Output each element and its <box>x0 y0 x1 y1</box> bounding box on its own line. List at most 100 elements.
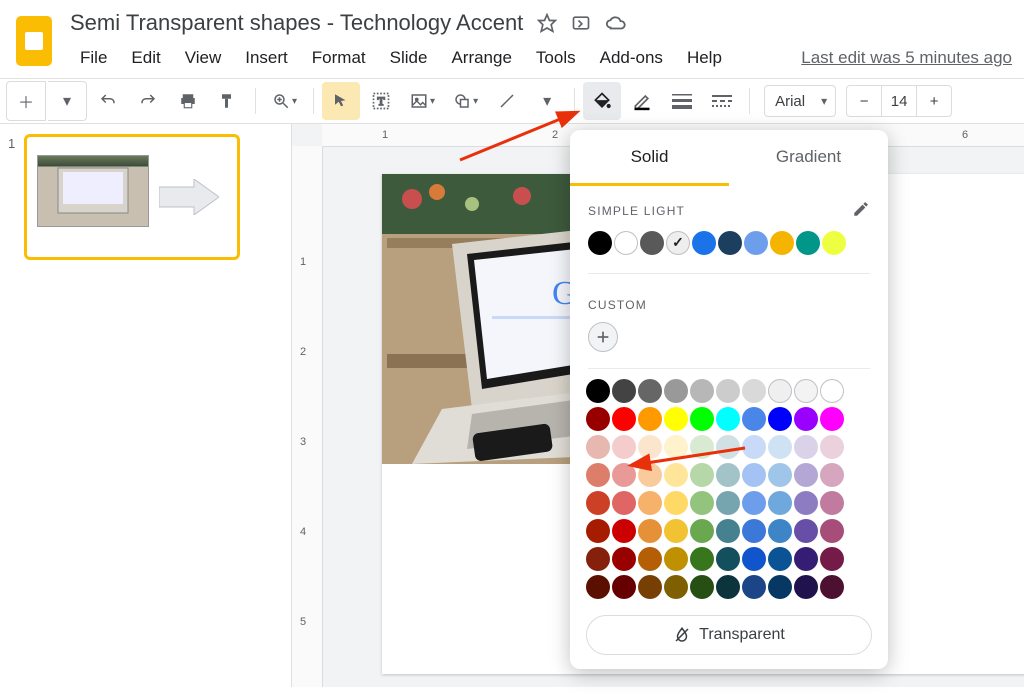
palette-swatch[interactable] <box>612 435 636 459</box>
palette-swatch[interactable] <box>586 547 610 571</box>
palette-swatch[interactable] <box>638 547 662 571</box>
palette-swatch[interactable] <box>638 491 662 515</box>
add-custom-color-button[interactable] <box>588 322 618 352</box>
menu-addons[interactable]: Add-ons <box>590 44 673 72</box>
border-dash-button[interactable] <box>703 82 741 120</box>
palette-swatch[interactable] <box>612 407 636 431</box>
new-slide-button[interactable]: ＋ <box>6 81 46 121</box>
fill-color-button[interactable] <box>583 82 621 120</box>
palette-swatch[interactable] <box>768 407 792 431</box>
palette-swatch[interactable] <box>768 575 792 599</box>
palette-swatch[interactable] <box>716 379 740 403</box>
menu-view[interactable]: View <box>175 44 232 72</box>
palette-swatch[interactable] <box>664 575 688 599</box>
palette-swatch[interactable] <box>768 463 792 487</box>
edit-theme-icon[interactable] <box>852 200 870 221</box>
palette-swatch[interactable] <box>586 435 610 459</box>
palette-swatch[interactable] <box>690 435 714 459</box>
slides-logo[interactable] <box>12 14 56 70</box>
print-button[interactable] <box>169 82 207 120</box>
slide-thumbnail[interactable] <box>24 134 240 260</box>
palette-swatch[interactable] <box>820 491 844 515</box>
palette-swatch[interactable] <box>664 519 688 543</box>
palette-swatch[interactable] <box>586 463 610 487</box>
menu-arrange[interactable]: Arrange <box>441 44 521 72</box>
palette-swatch[interactable] <box>664 491 688 515</box>
palette-swatch[interactable] <box>716 435 740 459</box>
theme-swatch[interactable] <box>692 231 716 255</box>
palette-swatch[interactable] <box>690 379 714 403</box>
palette-swatch[interactable] <box>716 519 740 543</box>
palette-swatch[interactable] <box>638 519 662 543</box>
palette-swatch[interactable] <box>768 547 792 571</box>
palette-swatch[interactable] <box>664 463 688 487</box>
palette-swatch[interactable] <box>690 575 714 599</box>
transparent-button[interactable]: Transparent <box>586 615 872 655</box>
document-title[interactable]: Semi Transparent shapes - Technology Acc… <box>70 8 523 38</box>
select-tool[interactable] <box>322 82 360 120</box>
palette-swatch[interactable] <box>768 379 792 403</box>
palette-swatch[interactable] <box>794 463 818 487</box>
palette-swatch[interactable] <box>612 519 636 543</box>
palette-swatch[interactable] <box>690 547 714 571</box>
palette-swatch[interactable] <box>794 547 818 571</box>
palette-swatch[interactable] <box>742 435 766 459</box>
palette-swatch[interactable] <box>612 379 636 403</box>
theme-swatch[interactable] <box>796 231 820 255</box>
palette-swatch[interactable] <box>612 491 636 515</box>
palette-swatch[interactable] <box>586 491 610 515</box>
palette-swatch[interactable] <box>690 519 714 543</box>
theme-swatch[interactable] <box>640 231 664 255</box>
undo-button[interactable] <box>89 82 127 120</box>
border-weight-button[interactable] <box>663 82 701 120</box>
theme-swatch[interactable] <box>666 231 690 255</box>
font-select[interactable]: Arial <box>764 85 836 117</box>
menu-edit[interactable]: Edit <box>121 44 170 72</box>
palette-swatch[interactable] <box>716 407 740 431</box>
palette-swatch[interactable] <box>690 491 714 515</box>
palette-swatch[interactable] <box>690 463 714 487</box>
palette-swatch[interactable] <box>612 575 636 599</box>
palette-swatch[interactable] <box>742 379 766 403</box>
font-size-increase[interactable]: + <box>916 85 952 117</box>
theme-swatch[interactable] <box>588 231 612 255</box>
palette-swatch[interactable] <box>612 463 636 487</box>
tab-gradient[interactable]: Gradient <box>729 130 888 186</box>
palette-swatch[interactable] <box>664 407 688 431</box>
menu-help[interactable]: Help <box>677 44 732 72</box>
new-slide-dropdown[interactable]: ▾ <box>48 81 87 121</box>
tab-solid[interactable]: Solid <box>570 130 729 186</box>
palette-swatch[interactable] <box>768 519 792 543</box>
palette-swatch[interactable] <box>586 407 610 431</box>
palette-swatch[interactable] <box>664 547 688 571</box>
palette-swatch[interactable] <box>742 491 766 515</box>
palette-swatch[interactable] <box>820 547 844 571</box>
palette-swatch[interactable] <box>820 463 844 487</box>
palette-swatch[interactable] <box>586 575 610 599</box>
palette-swatch[interactable] <box>612 547 636 571</box>
palette-swatch[interactable] <box>742 463 766 487</box>
border-color-button[interactable] <box>623 82 661 120</box>
palette-swatch[interactable] <box>742 407 766 431</box>
font-size-input[interactable]: 14 <box>882 85 916 117</box>
image-tool[interactable]: ▾ <box>402 82 443 120</box>
palette-swatch[interactable] <box>586 379 610 403</box>
zoom-button[interactable]: ▾ <box>264 82 305 120</box>
palette-swatch[interactable] <box>794 491 818 515</box>
palette-swatch[interactable] <box>664 435 688 459</box>
palette-swatch[interactable] <box>820 519 844 543</box>
palette-swatch[interactable] <box>742 547 766 571</box>
theme-swatch[interactable] <box>718 231 742 255</box>
last-edit-link[interactable]: Last edit was 5 minutes ago <box>801 48 1012 68</box>
menu-insert[interactable]: Insert <box>235 44 298 72</box>
palette-swatch[interactable] <box>638 575 662 599</box>
redo-button[interactable] <box>129 82 167 120</box>
palette-swatch[interactable] <box>638 407 662 431</box>
palette-swatch[interactable] <box>716 491 740 515</box>
menu-tools[interactable]: Tools <box>526 44 586 72</box>
paint-format-button[interactable] <box>209 82 247 120</box>
palette-swatch[interactable] <box>716 463 740 487</box>
palette-swatch[interactable] <box>638 379 662 403</box>
palette-swatch[interactable] <box>820 379 844 403</box>
palette-swatch[interactable] <box>794 435 818 459</box>
